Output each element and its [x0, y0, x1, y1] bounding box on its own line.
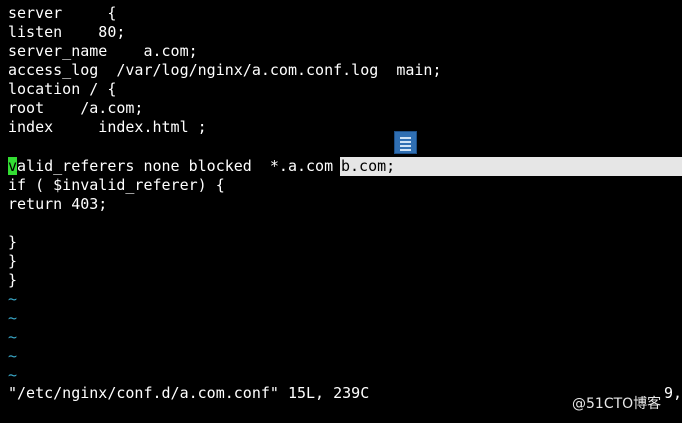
code-line-8-text: alid_referers none blocked *.a.com: [17, 157, 343, 175]
code-line-1: server {: [8, 4, 117, 22]
code-line-3: server_name a.com;: [8, 42, 198, 60]
status-line: "/etc/nginx/conf.d/a.com.conf" 15L, 239C: [8, 384, 370, 402]
code-line-9: if ( $invalid_referer) {: [8, 176, 225, 194]
code-line-8[interactable]: valid_referers none blocked *.a.com: [8, 157, 342, 176]
empty-line-tilde: ~: [8, 366, 18, 384]
code-line-12: }: [8, 233, 18, 251]
cursor-position-ruler: 9,: [664, 384, 682, 402]
code-line-6: root /a.com;: [8, 99, 144, 117]
code-line-13: }: [8, 252, 18, 270]
empty-line-tilde: ~: [8, 328, 18, 346]
document-icon[interactable]: [394, 131, 417, 154]
code-line-14: }: [8, 271, 18, 289]
code-line-5: location / {: [8, 80, 117, 98]
code-line-2: listen 80;: [8, 23, 126, 41]
text-cursor[interactable]: v: [8, 157, 18, 175]
watermark: @51CTO博客: [572, 396, 662, 412]
empty-line-tilde: ~: [8, 347, 18, 365]
code-line-4: access_log /var/log/nginx/a.com.conf.log…: [8, 61, 442, 79]
code-line-10: return 403;: [8, 195, 108, 213]
empty-line-tilde: ~: [8, 290, 18, 308]
empty-line-tilde: ~: [8, 309, 18, 327]
selected-text[interactable]: b.com;: [341, 157, 395, 176]
terminal-window[interactable]: server { listen 80; server_name a.com; a…: [0, 0, 682, 423]
code-line-7: index index.html ;: [8, 118, 207, 136]
